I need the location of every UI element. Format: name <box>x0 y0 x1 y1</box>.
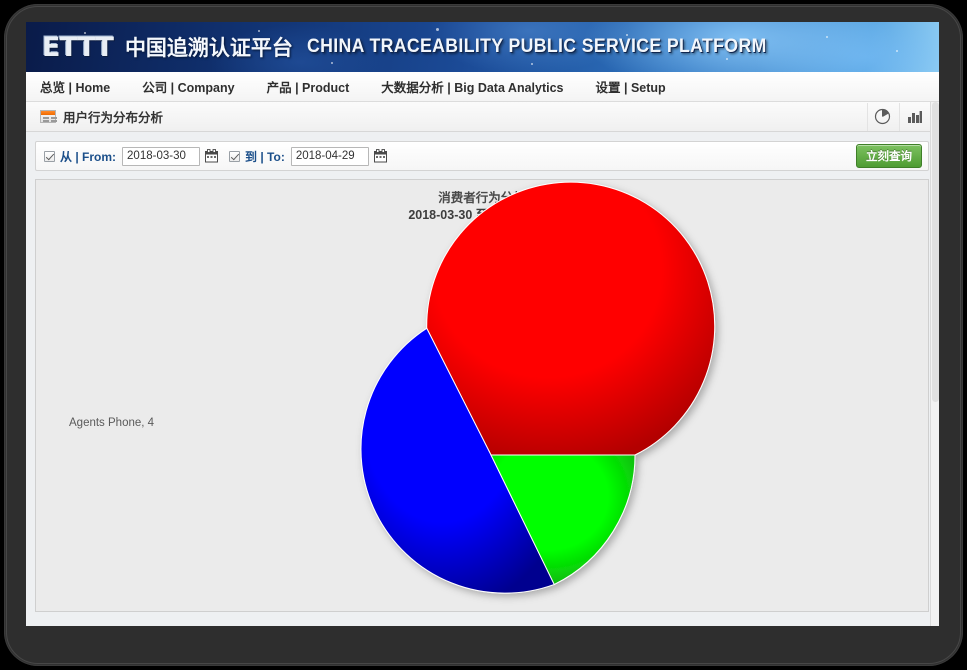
pie-chart-stage: Agents Phone, 4 Weibo, 1 Online Sale, 2 … <box>36 180 928 611</box>
from-date-input[interactable] <box>122 146 201 166</box>
nav-item-company[interactable]: 公司 | Company <box>142 77 234 96</box>
bar-chart-icon <box>908 111 922 123</box>
to-date-checkbox[interactable] <box>229 150 241 162</box>
from-date-label: 从 | From: <box>60 149 117 164</box>
chart-panel: 消费者行为分析 2018-03-30 至 2018-04-29 <box>35 179 929 612</box>
star-decoration <box>258 30 260 32</box>
page-title-group: 用户行为分布分析 <box>40 107 867 126</box>
nav-item-home[interactable]: 总览 | Home <box>40 77 110 96</box>
calendar-icon[interactable] <box>205 149 220 163</box>
star-decoration <box>331 62 333 64</box>
nav-item-setup[interactable]: 设置 | Setup <box>596 77 666 96</box>
page-title: 用户行为分布分析 <box>63 111 164 125</box>
from-date-checkbox[interactable] <box>44 150 55 162</box>
page-bar-tools <box>867 102 929 131</box>
pie-label-agents-phone: Agents Phone, 4 <box>69 417 155 429</box>
to-date-input[interactable] <box>290 146 369 166</box>
star-decoration <box>726 58 728 60</box>
pie-chart-view-button[interactable] <box>867 102 897 131</box>
bar-chart-view-button[interactable] <box>899 102 929 131</box>
star-decoration <box>826 36 828 38</box>
brand-logo[interactable]: ETTT <box>42 32 114 63</box>
to-date-label: 到 | To: <box>245 149 285 164</box>
star-decoration <box>531 63 533 65</box>
star-decoration <box>84 32 86 34</box>
device-bezel: ETTT 中国追溯认证平台 CHINA TRACEABILITY PUBLIC … <box>4 4 963 666</box>
query-button[interactable]: 立刻查询 <box>856 144 922 168</box>
calendar-icon[interactable] <box>373 149 389 163</box>
list-icon <box>40 110 56 123</box>
vertical-scrollbar-thumb[interactable] <box>932 102 939 402</box>
star-decoration <box>436 28 439 31</box>
content-area: 从 | From: 到 | To: <box>26 132 939 624</box>
star-decoration <box>896 50 898 52</box>
nav-item-big-data-analytics[interactable]: 大数据分析 | Big Data Analytics <box>381 77 563 96</box>
nav-item-product[interactable]: 产品 | Product <box>267 77 350 96</box>
brand-banner: ETTT 中国追溯认证平台 CHINA TRACEABILITY PUBLIC … <box>26 22 939 72</box>
filter-toolbar: 从 | From: 到 | To: <box>35 141 929 171</box>
pie-chart-icon <box>874 108 891 125</box>
screen: ETTT 中国追溯认证平台 CHINA TRACEABILITY PUBLIC … <box>26 22 939 626</box>
page-bar: 用户行为分布分析 <box>26 102 939 132</box>
brand-name-chinese: 中国追溯认证平台 <box>124 37 293 60</box>
brand-name-english: CHINA TRACEABILITY PUBLIC SERVICE PLATFO… <box>306 36 767 57</box>
pie-chart-svg <box>360 181 716 594</box>
pie-slices <box>360 181 716 594</box>
star-decoration <box>176 55 178 57</box>
vertical-scrollbar[interactable] <box>930 102 939 626</box>
main-navigation: 总览 | Home 公司 | Company 产品 | Product 大数据分… <box>26 72 939 102</box>
